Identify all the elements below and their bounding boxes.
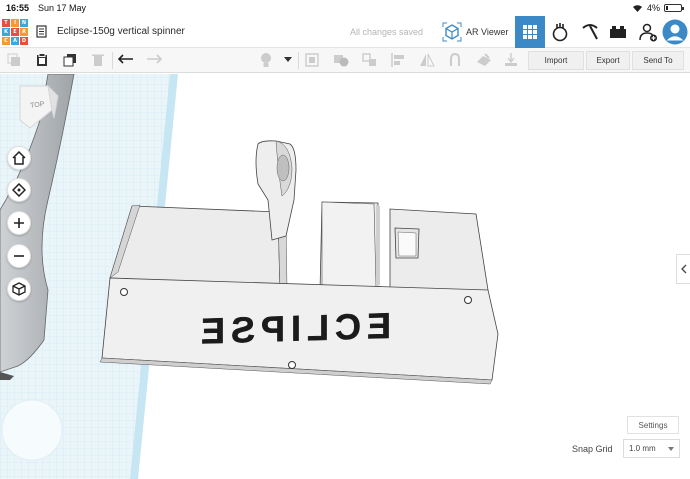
dropdown-arrow-icon [284, 57, 292, 62]
import-button[interactable]: Import [528, 51, 584, 70]
copy-icon [7, 53, 20, 66]
status-bar: 16:55 Sun 17 May 4% [0, 0, 690, 16]
light-bulb-button[interactable] [258, 52, 274, 68]
trash-icon [92, 54, 104, 66]
snap-grid-select[interactable]: 1.0 mm [623, 439, 680, 458]
align-button[interactable] [390, 52, 406, 68]
send-to-button[interactable]: Send To [632, 51, 684, 70]
brick-icon [610, 26, 626, 38]
bricks-button[interactable] [603, 16, 633, 48]
ungroup-icon [362, 53, 376, 66]
minecraft-button[interactable] [575, 16, 605, 48]
paste-icon [37, 53, 47, 66]
duplicate-button[interactable] [62, 52, 78, 68]
duplicate-icon [63, 54, 76, 67]
edit-toolbar: Import Export Send To [0, 48, 690, 73]
undo-icon [118, 54, 133, 64]
mirror-button[interactable] [419, 52, 435, 68]
fit-view-button[interactable] [7, 178, 31, 202]
dropdown-arrow-icon [668, 447, 674, 451]
add-user-icon [639, 23, 657, 42]
logo-letter: A [11, 37, 19, 45]
logo-letter: N [20, 19, 28, 27]
logo-letter: I [11, 19, 19, 27]
logo-letter: K [2, 28, 10, 36]
undo-button[interactable] [118, 52, 134, 68]
chevron-left-icon [680, 264, 686, 274]
bulb-icon [261, 53, 271, 67]
save-status: All changes saved [350, 27, 424, 37]
ar-viewer-button[interactable]: AR Viewer [442, 20, 508, 44]
tinkercad-logo[interactable]: T I N K E R C A D [2, 19, 28, 45]
group-icon [334, 55, 349, 67]
workplane-canvas[interactable]: TOP ECLIPSE [0, 73, 690, 479]
grid-icon [523, 25, 537, 39]
add-user-button[interactable] [633, 16, 663, 48]
codeblocks-button[interactable] [545, 16, 575, 48]
workplane-button[interactable] [476, 52, 492, 68]
eclipse-text: ECLIPSE [195, 305, 391, 352]
pickaxe-icon [582, 24, 598, 40]
zoom-in-button[interactable] [7, 211, 31, 235]
battery-icon [664, 4, 684, 12]
cruise-button[interactable] [447, 52, 463, 68]
ar-cube-icon [442, 22, 462, 42]
redo-button[interactable] [146, 52, 162, 68]
timer-hand-icon [552, 23, 568, 42]
shapes-panel-toggle[interactable] [676, 254, 690, 284]
minus-icon [14, 255, 24, 257]
ar-viewer-label: AR Viewer [466, 27, 509, 37]
wifi-icon [632, 5, 642, 12]
battery-percent: 4% [646, 3, 660, 13]
cube-icon [12, 282, 26, 296]
fit-icon [12, 183, 26, 197]
group-button[interactable] [333, 52, 349, 68]
export-button[interactable]: Export [586, 51, 630, 70]
3d-design-view-button[interactable] [515, 16, 545, 48]
note-icon [305, 53, 319, 67]
status-right: 4% [632, 3, 684, 13]
settings-button[interactable]: Settings [627, 416, 679, 434]
snap-grid-label: Snap Grid [572, 444, 613, 454]
status-time: 16:55 [6, 3, 30, 13]
home-view-button[interactable] [7, 146, 31, 170]
note-button[interactable] [304, 52, 320, 68]
status-date: Sun 17 May [38, 3, 87, 13]
orbit-control[interactable] [1, 399, 63, 461]
avatar-icon [662, 19, 688, 45]
logo-letter: R [20, 28, 28, 36]
user-avatar-button[interactable] [660, 16, 690, 48]
logo-letter: C [2, 37, 10, 45]
ungroup-button[interactable] [362, 52, 378, 68]
design-menu-icon[interactable] [36, 25, 47, 38]
light-dropdown[interactable] [280, 52, 296, 68]
snap-grid-value: 1.0 mm [629, 444, 656, 453]
logo-letter: E [11, 28, 19, 36]
align-icon [391, 53, 404, 67]
plus-icon [14, 218, 24, 228]
delete-button[interactable] [90, 52, 106, 68]
mirror-icon [420, 53, 435, 67]
ruler-button[interactable] [503, 52, 519, 68]
home-icon [12, 151, 26, 165]
logo-letter: T [2, 19, 10, 27]
app-header: T I N K E R C A D Eclipse-150g vertical … [0, 16, 690, 48]
paste-button[interactable] [34, 52, 50, 68]
workplane-icon [477, 53, 491, 66]
tinkercad-screen: 16:55 Sun 17 May 4% T I N K E R C A D Ec… [0, 0, 690, 479]
design-title[interactable]: Eclipse-150g vertical spinner [57, 26, 185, 37]
copy-button[interactable] [6, 52, 22, 68]
scene-svg[interactable]: TOP ECLIPSE [0, 73, 690, 479]
ruler-icon [505, 53, 517, 66]
redo-icon [147, 54, 162, 64]
logo-letter: D [20, 37, 28, 45]
perspective-button[interactable] [7, 277, 31, 301]
cruise-icon [450, 53, 460, 66]
zoom-out-button[interactable] [7, 244, 31, 268]
